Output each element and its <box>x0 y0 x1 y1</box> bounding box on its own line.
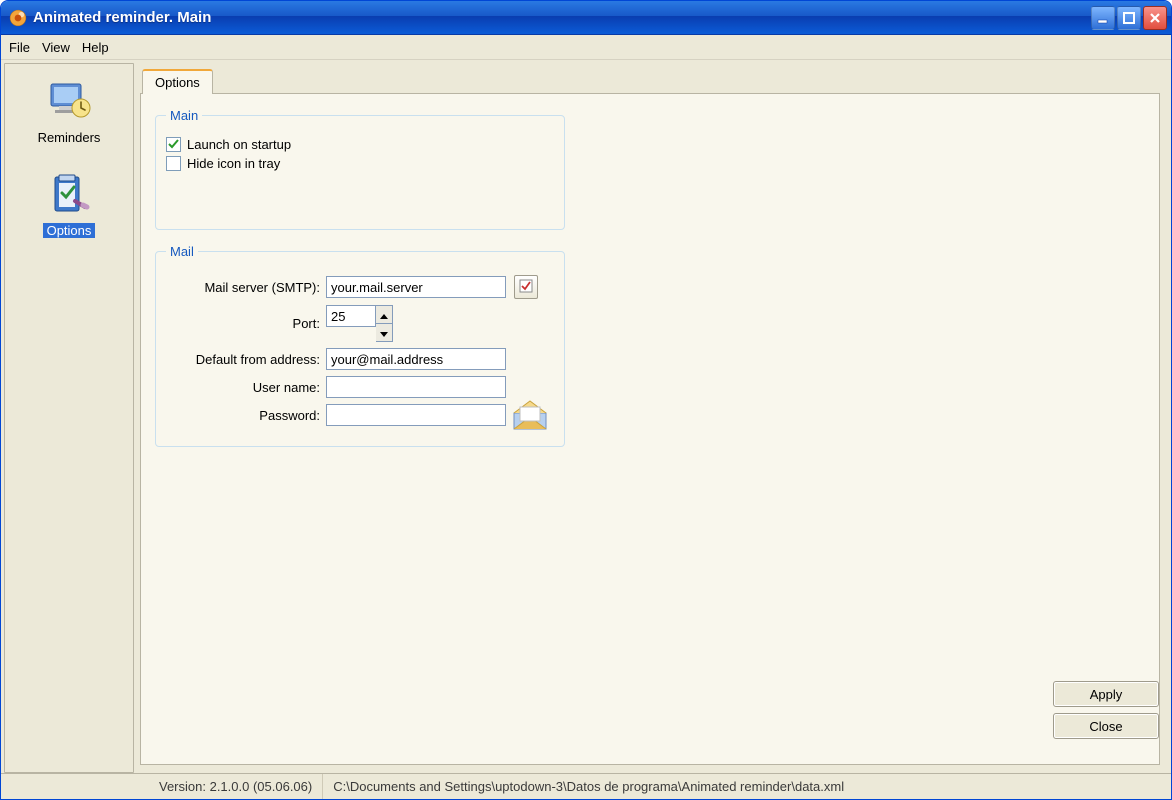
label-password: Password: <box>166 408 326 423</box>
close-window-button[interactable] <box>1143 6 1167 30</box>
check-document-icon <box>519 279 533 296</box>
client-area: Reminders Options <box>1 60 1171 773</box>
group-mail-legend: Mail <box>166 244 198 259</box>
sidebar-item-label: Options <box>43 223 96 238</box>
menu-file[interactable]: File <box>9 40 30 55</box>
label-from-address: Default from address: <box>166 352 326 367</box>
minimize-button[interactable] <box>1091 6 1115 30</box>
tab-options[interactable]: Options <box>142 69 213 94</box>
input-user-name[interactable] <box>326 376 506 398</box>
menu-view[interactable]: View <box>42 40 70 55</box>
label-mail-server: Mail server (SMTP): <box>166 280 326 295</box>
test-mail-button[interactable] <box>514 275 538 299</box>
status-path: C:\Documents and Settings\uptodown-3\Dat… <box>323 774 854 799</box>
content-area: Options Main Launch on startup <box>140 63 1168 773</box>
chevron-up-icon <box>380 307 388 322</box>
sidebar-item-options[interactable]: Options <box>14 167 124 242</box>
group-main-legend: Main <box>166 108 202 123</box>
status-bar: Version: 2.1.0.0 (05.06.06) C:\Documents… <box>1 773 1171 799</box>
group-mail: Mail Mail server (SMTP): Port: <box>155 244 565 447</box>
input-password[interactable] <box>326 404 506 426</box>
sidebar-item-reminders[interactable]: Reminders <box>14 74 124 149</box>
monitor-clock-icon <box>45 78 93 126</box>
title-bar[interactable]: Animated reminder. Main <box>1 1 1171 35</box>
menu-help[interactable]: Help <box>82 40 109 55</box>
close-button[interactable]: Close <box>1053 713 1159 739</box>
checkbox-label: Launch on startup <box>187 137 291 152</box>
apply-button[interactable]: Apply <box>1053 681 1159 707</box>
status-version: Version: 2.1.0.0 (05.06.06) <box>149 774 323 799</box>
clipboard-check-icon <box>45 171 93 219</box>
input-from-address[interactable] <box>326 348 506 370</box>
checkbox-launch-on-startup[interactable] <box>166 137 181 152</box>
label-port: Port: <box>166 316 326 331</box>
menu-bar: File View Help <box>1 35 1171 60</box>
port-spin-up[interactable] <box>376 306 392 324</box>
sidebar-item-label: Reminders <box>34 130 105 145</box>
tab-strip: Options <box>140 63 1168 93</box>
footer-buttons: Apply Close <box>1053 681 1159 739</box>
window-frame: Animated reminder. Main File View Help <box>0 0 1172 800</box>
input-mail-server[interactable] <box>326 276 506 298</box>
window-title: Animated reminder. Main <box>33 9 1091 26</box>
chevron-down-icon <box>380 325 388 340</box>
input-port[interactable] <box>326 305 376 327</box>
port-spin-down[interactable] <box>376 324 392 341</box>
app-icon <box>9 9 27 27</box>
checkbox-hide-tray-icon[interactable] <box>166 156 181 171</box>
envelope-icon <box>510 399 550 436</box>
tab-panel-options: Main Launch on startup Hide icon in tra <box>140 93 1160 765</box>
checkbox-label: Hide icon in tray <box>187 156 280 171</box>
label-user-name: User name: <box>166 380 326 395</box>
group-main: Main Launch on startup Hide icon in tra <box>155 108 565 230</box>
sidebar: Reminders Options <box>4 63 134 773</box>
maximize-button[interactable] <box>1117 6 1141 30</box>
